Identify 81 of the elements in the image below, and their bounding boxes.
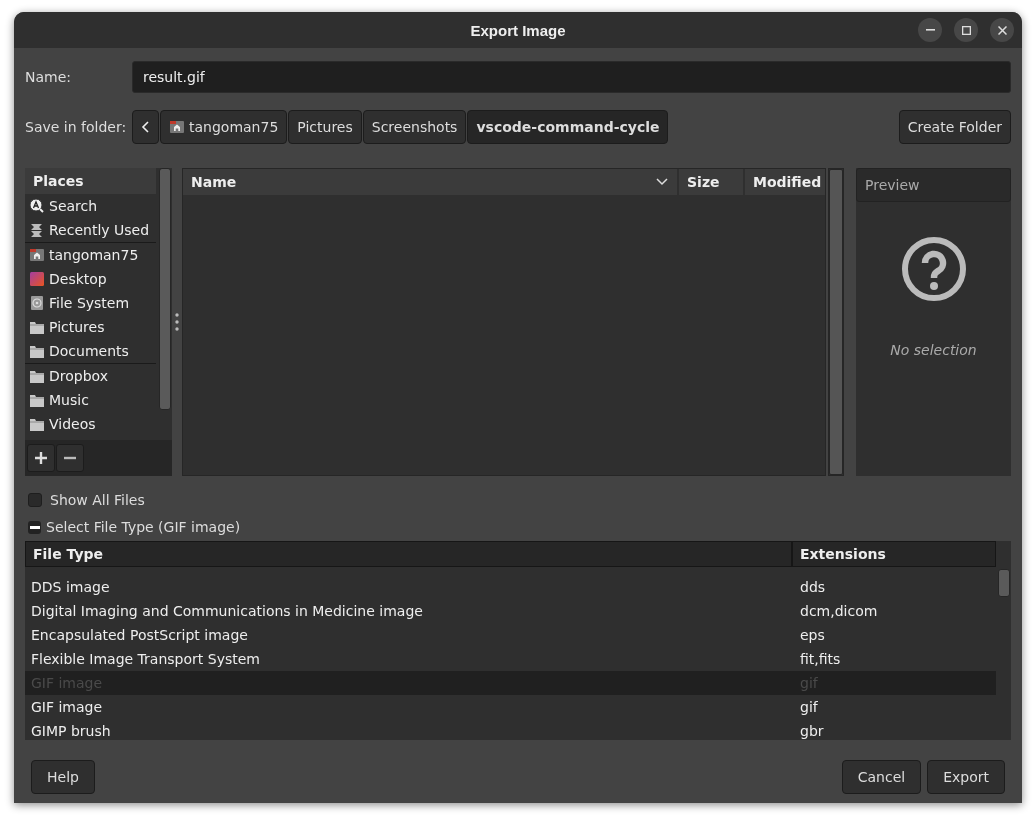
preview-header: Preview [856,168,1011,202]
path-button[interactable]: vscode-command-cycle [467,110,669,144]
minimize-button[interactable] [918,18,942,42]
name-label: Name: [25,69,73,85]
place-item[interactable]: Documents [49,343,129,359]
table-cell-text: GIMP brush [30,723,112,739]
plus-icon [34,451,48,465]
question-mark-icon [900,236,967,302]
chevron-left-icon [140,120,151,134]
folder-icon [29,416,45,432]
place-item[interactable]: Dropbox [49,368,108,384]
column-header[interactable]: Name [183,169,677,195]
path-button[interactable]: Screenshots [362,110,467,144]
table-cell-text: fit,fits [799,651,842,667]
column-header[interactable]: Size [679,169,743,195]
scrollbar-thumb[interactable] [158,168,171,410]
table-row[interactable]: Encapsulated PostScript image eps [25,623,996,647]
home-folder-icon [169,119,185,135]
path-button[interactable]: tangoman75 [160,110,288,144]
table-row[interactable]: GIF image gif [25,695,996,719]
place-item[interactable]: Pictures [49,319,105,335]
folder-label: Save in folder: [25,119,128,135]
close-icon [997,25,1007,35]
pane-grip-icon [175,313,179,331]
table-cell-text: dcm,dicom [799,603,879,619]
place-item[interactable]: Videos [49,416,96,432]
add-button[interactable] [27,444,55,472]
place-item[interactable]: Search [49,198,98,214]
create-folder-button[interactable]: Create Folder [898,110,1011,144]
window-title: Export Image [470,21,566,39]
search-icon [29,198,45,214]
close-button[interactable] [990,18,1014,42]
expander-toggle[interactable] [28,520,41,534]
place-item[interactable]: Recently Used [49,222,150,238]
preview-message: No selection [890,342,977,358]
place-item[interactable]: File System [49,295,130,311]
cancel-button[interactable]: Cancel [841,760,922,794]
name-field[interactable]: result.gif [132,61,1011,93]
checkbox[interactable] [28,493,42,507]
minus-icon [29,525,40,529]
table-row[interactable]: Flexible Image Transport System fit,fits [25,647,996,671]
chevron-down-icon [655,177,669,187]
scrollbar-thumb[interactable] [997,569,1010,597]
disc-icon [29,295,45,311]
home-folder-icon [29,247,45,263]
maximize-button[interactable] [954,18,978,42]
table-row[interactable]: DDS image dds [25,575,996,599]
checkbox-label[interactable]: Show All Files [50,492,145,508]
table-cell-text: Encapsulated PostScript image [30,627,249,643]
back-button[interactable] [132,110,159,144]
table-cell-text: GIF image [30,699,104,715]
table-cell-text: dds [799,579,827,595]
column-header[interactable]: Modified [745,169,825,195]
remove-button[interactable] [56,444,84,472]
folder-icon [29,392,45,408]
table-row[interactable]: Digital Imaging and Communications in Medicine image dcm,dicom [25,599,996,623]
table-cell-text: DDS image [30,579,111,595]
places-header[interactable]: Places [25,168,156,194]
scrollbar-thumb[interactable] [829,169,843,475]
help-button[interactable]: Help [31,760,95,794]
folder-icon [29,319,45,335]
table-cell-text: eps [799,627,826,643]
folder-icon [29,343,45,359]
desktop-icon [29,271,45,287]
stack-icon [29,222,45,238]
place-item[interactable]: tangoman75 [49,247,139,263]
place-item[interactable]: Desktop [49,271,107,287]
export-button[interactable]: Export [927,760,1005,794]
column-header[interactable]: File Type [25,541,792,567]
table-cell-text: Digital Imaging and Communications in Medicine image [30,603,424,619]
table-row[interactable]: GIMP brush gbr [25,719,996,740]
place-item[interactable]: Music [49,392,89,408]
column-header[interactable]: Extensions [792,541,996,567]
path-button[interactable]: Pictures [288,110,362,144]
table-cell-text: gif [799,699,819,715]
folder-icon [29,368,45,384]
table-cell-text: Flexible Image Transport System [30,651,261,667]
square-icon [961,25,971,35]
table-cell-text: gbr [799,723,825,739]
minus-icon [925,29,935,31]
expander-label[interactable]: Select File Type (GIF image) [46,519,241,535]
